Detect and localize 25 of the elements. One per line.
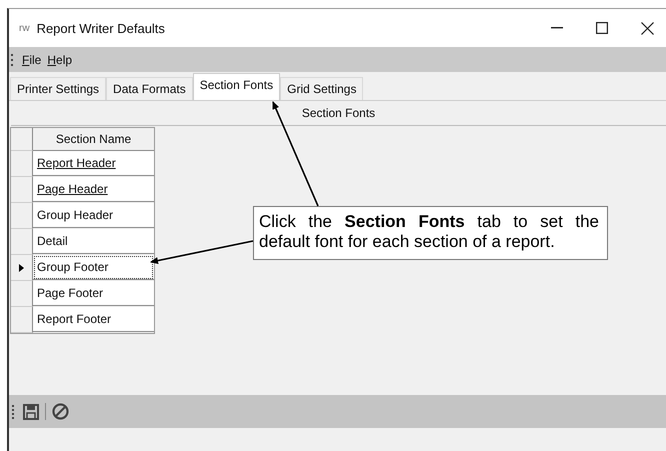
menu-item[interactable]: File <box>22 52 42 66</box>
table-cell[interactable]: Group Header <box>33 203 154 228</box>
table-cell[interactable]: Report Footer <box>33 307 154 332</box>
table-cell[interactable]: Group Footer <box>33 255 154 280</box>
tab[interactable]: Section Fonts <box>192 73 280 100</box>
table-cell[interactable]: Page Header <box>33 177 154 202</box>
app-logo: rw <box>19 22 30 34</box>
window-title: Report Writer Defaults <box>36 20 165 36</box>
callout-text: Click the Section Fonts tab to set the default font for each section of a report. <box>253 206 608 260</box>
menu-item[interactable]: Help <box>47 52 72 66</box>
table-cell[interactable]: Detail <box>33 229 154 254</box>
tab[interactable]: Printer Settings <box>10 77 106 100</box>
panel-title: Section Fonts <box>11 101 666 126</box>
save-icon[interactable] <box>23 404 39 420</box>
table-cell[interactable]: Report Header <box>33 151 154 176</box>
tab[interactable]: Grid Settings <box>280 77 364 100</box>
close-icon[interactable] <box>641 22 654 34</box>
maximize-icon[interactable] <box>596 22 608 34</box>
cancel-icon[interactable] <box>52 403 69 420</box>
grid-corner <box>11 128 33 151</box>
tab[interactable]: Data Formats <box>106 77 193 100</box>
grip-icon <box>12 404 15 418</box>
table-cell[interactable]: Page Footer <box>33 281 154 306</box>
minimize-icon[interactable] <box>551 27 563 29</box>
grip-icon <box>11 54 14 66</box>
